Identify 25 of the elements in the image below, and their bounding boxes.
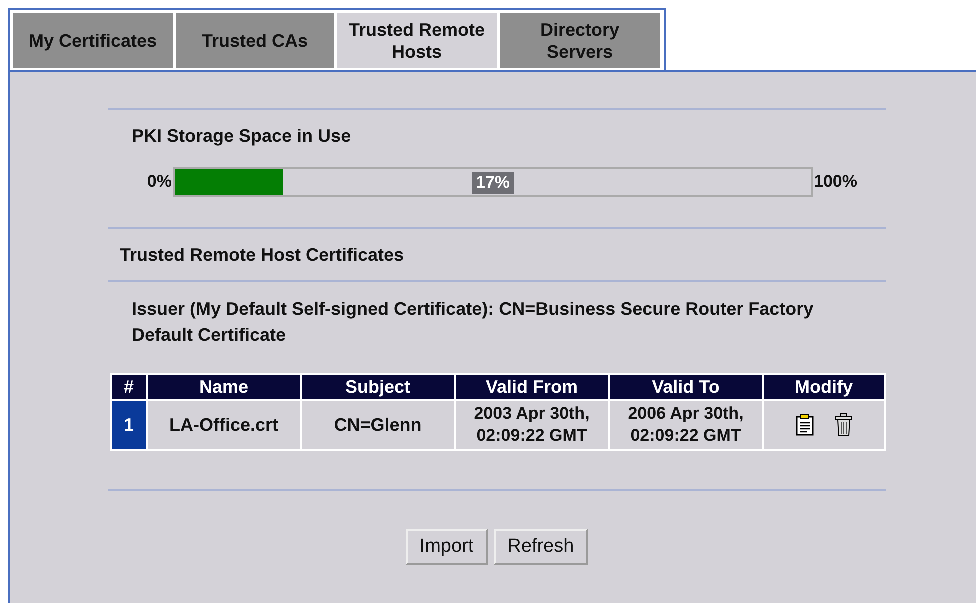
column-header: Valid To (610, 375, 762, 399)
min-label: 0% (146, 172, 172, 192)
column-header: Valid From (456, 375, 608, 399)
table-cell: 2006 Apr 30th, 02:09:22 GMT (610, 401, 762, 449)
tab[interactable]: Trusted Remote Hosts (337, 13, 497, 68)
table-cell: CN=Glenn (302, 401, 454, 449)
max-label: 100% (814, 172, 858, 192)
issuer-text: Issuer (My Default Self-signed Certificate): CN=Business Secure Router Factory Default Certificate (132, 298, 815, 347)
table-cell: 2003 Apr 30th, 02:09:22 GMT (456, 401, 608, 449)
column-header: Subject (302, 375, 454, 399)
column-header: # (112, 375, 146, 399)
table-cell: LA-Office.crt (148, 401, 300, 449)
progress-reading: 17% (472, 172, 514, 194)
tab[interactable]: My Certificates (13, 13, 173, 68)
action-button[interactable]: Import (406, 529, 488, 565)
table-cell: 1 (112, 401, 146, 449)
action-button[interactable]: Refresh (494, 529, 588, 565)
trash-icon[interactable] (835, 413, 853, 437)
column-header: Name (148, 375, 300, 399)
tab[interactable]: Trusted CAs (176, 13, 334, 68)
column-header: Modify (764, 375, 884, 399)
tab[interactable]: Directory Servers (500, 13, 660, 68)
storage-title: PKI Storage Space in Use (132, 126, 352, 147)
edit-icon[interactable] (795, 414, 815, 436)
section-title: Trusted Remote Host Certificates (120, 245, 406, 266)
